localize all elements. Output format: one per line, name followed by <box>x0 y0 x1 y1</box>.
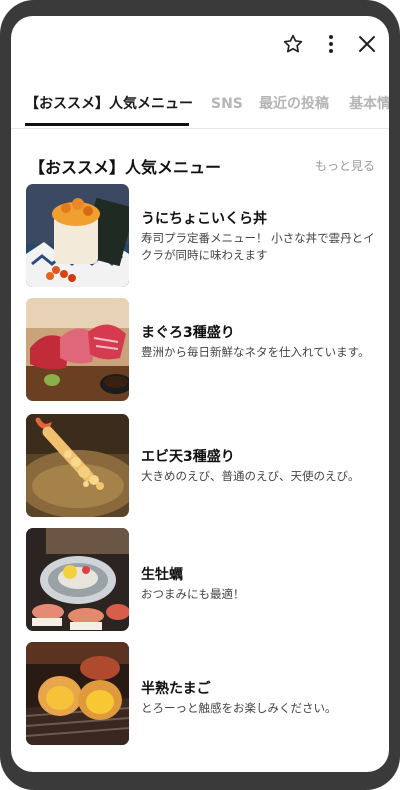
app-screen: 【おススメ】人気メニュー SNS 最近の投稿 基本情 【おススメ】人気メニュー … <box>11 16 389 772</box>
menu-item-photo-oyster <box>26 528 129 631</box>
tab-basic-info[interactable]: 基本情 <box>349 92 389 126</box>
top-bar <box>11 30 389 60</box>
menu-item-name: まぐろ3種盛り <box>141 325 235 341</box>
menu-item-name: 半熟たまご <box>141 681 211 697</box>
menu-item-name: うにちょこいくら丼 <box>141 211 267 227</box>
menu-item[interactable]: 生牡蠣 おつまみにも最適！ <box>26 528 386 632</box>
menu-item-description: 寿司プラ定番メニュー！ 小さな丼で雲丹とイクラが同時に味わえます <box>141 231 375 262</box>
menu-item[interactable]: エビ天3種盛り 大きめのえび、普通のえび、天使のえび。 <box>26 414 386 518</box>
menu-item-photo-tuna <box>26 298 129 401</box>
tab-bar: 【おススメ】人気メニュー SNS 最近の投稿 基本情 <box>11 92 389 129</box>
see-more-link[interactable]: もっと見る <box>315 157 375 174</box>
close-x-icon <box>359 36 375 52</box>
tab-recent-posts[interactable]: 最近の投稿 <box>259 92 329 126</box>
menu-item-description: おつまみにも最適！ <box>141 587 245 601</box>
close-button[interactable] <box>353 30 381 58</box>
menu-item-photo-uni-ikura <box>26 184 129 287</box>
menu-item[interactable]: 半熟たまご とろーっと触感をお楽しみください。 <box>26 642 386 746</box>
menu-item[interactable]: うにちょこいくら丼 寿司プラ定番メニュー！ 小さな丼で雲丹とイクラが同時に味わえ… <box>26 184 386 288</box>
favorite-button[interactable] <box>279 30 307 58</box>
menu-item-description: 大きめのえび、普通のえび、天使のえび。 <box>141 469 360 483</box>
more-options-button[interactable] <box>317 30 345 58</box>
tab-recommended-menu[interactable]: 【おススメ】人気メニュー <box>25 92 193 126</box>
menu-item-description: 豊洲から毎日新鮮なネタを仕入れています。 <box>141 345 370 359</box>
section-title: 【おススメ】人気メニュー <box>29 158 222 177</box>
device-frame: 【おススメ】人気メニュー SNS 最近の投稿 基本情 【おススメ】人気メニュー … <box>0 0 400 790</box>
tab-sns[interactable]: SNS <box>211 92 243 126</box>
vertical-ellipsis-icon <box>329 35 333 53</box>
menu-item-description: とろーっと触感をお楽しみください。 <box>141 701 337 715</box>
menu-item[interactable]: まぐろ3種盛り 豊洲から毎日新鮮なネタを仕入れています。 <box>26 298 386 402</box>
menu-item-photo-shrimp-tempura <box>26 414 129 517</box>
menu-item-photo-egg <box>26 642 129 745</box>
menu-item-name: エビ天3種盛り <box>141 449 235 465</box>
star-outline-icon <box>283 34 303 53</box>
menu-item-name: 生牡蠣 <box>141 567 183 583</box>
